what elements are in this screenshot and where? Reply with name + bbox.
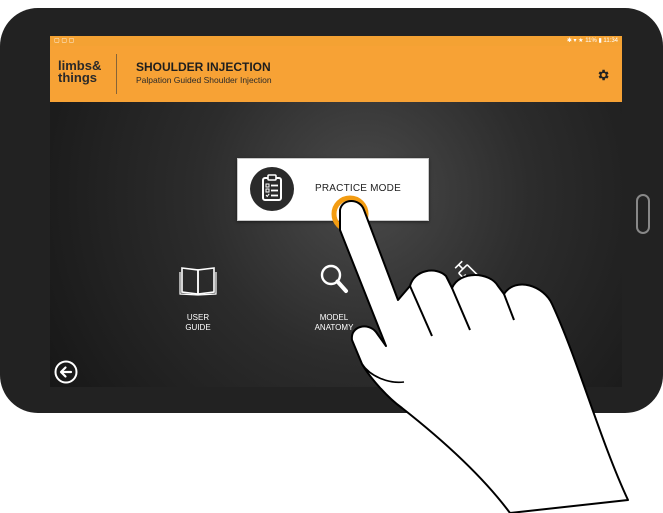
app-screen: ▢ ▢ ▢ ✱ ▾ ★ 11% ▮ 11:34 limbs& things SH…	[50, 36, 622, 387]
volume-button	[88, 14, 124, 20]
practice-mode-button[interactable]: PRACTICE MODE	[237, 158, 429, 221]
logo-line2: things	[58, 70, 97, 85]
model-anatomy-label-2: ANATOMY	[314, 323, 354, 332]
model-anatomy-button[interactable]: MODEL ANATOMY	[304, 261, 364, 333]
user-guide-button[interactable]: USER GUIDE	[170, 264, 226, 333]
gear-icon[interactable]	[596, 68, 610, 82]
header-divider	[116, 54, 117, 94]
checklist-icon	[250, 167, 294, 211]
back-arrow-icon[interactable]	[54, 360, 78, 384]
page-title: SHOULDER INJECTION	[136, 60, 271, 74]
syringe-icon	[454, 260, 483, 289]
page-subtitle: Palpation Guided Shoulder Injection	[136, 75, 272, 85]
book-icon	[179, 267, 217, 296]
status-bar: ▢ ▢ ▢ ✱ ▾ ★ 11% ▮ 11:34	[50, 36, 622, 46]
user-guide-label-1: USER	[186, 313, 210, 322]
app-header: limbs& things SHOULDER INJECTION Palpati…	[50, 46, 622, 102]
status-icons-right: ✱ ▾ ★ 11% ▮ 11:34	[566, 38, 618, 44]
injection-mode-button[interactable]	[448, 258, 492, 297]
user-guide-label-2: GUIDE	[185, 323, 211, 332]
model-anatomy-label-1: MODEL	[319, 313, 349, 322]
status-icons-left: ▢ ▢ ▢	[54, 38, 75, 44]
home-button[interactable]	[636, 194, 650, 234]
practice-mode-label: PRACTICE MODE	[315, 183, 401, 194]
power-button	[140, 14, 192, 20]
magnifier-icon	[320, 264, 348, 293]
brand-logo: limbs& things	[58, 59, 101, 85]
